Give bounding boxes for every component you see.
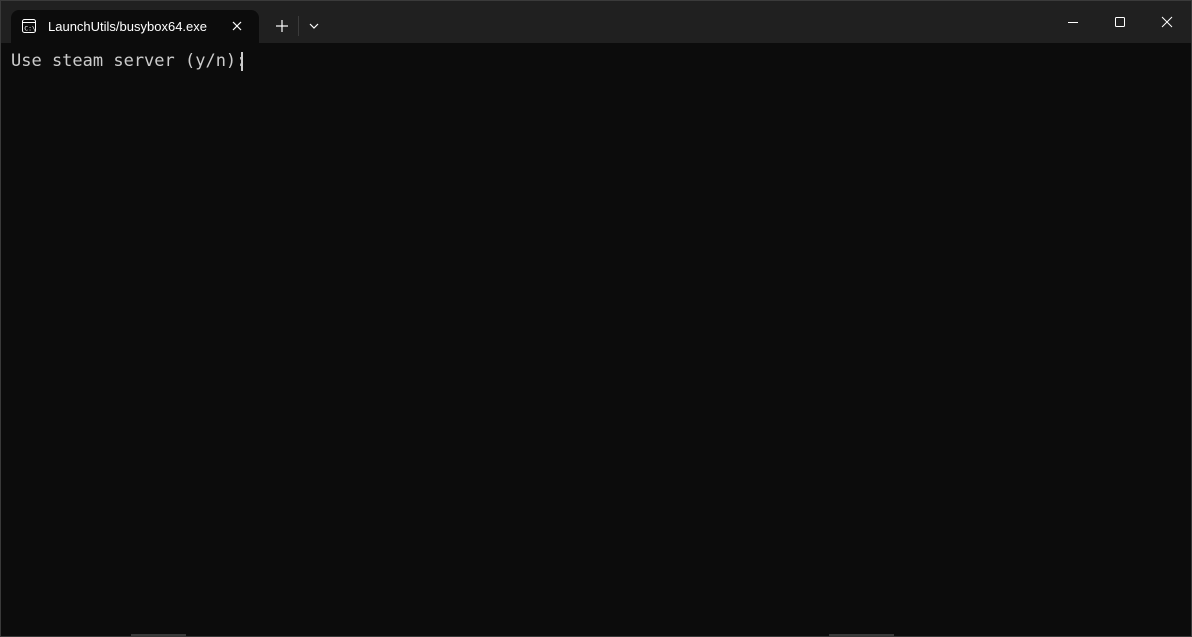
tab-busybox[interactable]: C:\ LaunchUtils/busybox64.exe [11,10,259,43]
maximize-icon [1115,17,1125,27]
tab-close-icon[interactable] [230,19,244,33]
maximize-button[interactable] [1097,1,1143,43]
text-cursor [241,52,243,71]
close-icon [1161,16,1173,28]
title-bar[interactable]: C:\ LaunchUtils/busybox64.exe [1,1,1191,43]
bottom-edge-mark [829,634,894,636]
plus-icon[interactable] [269,13,295,39]
minimize-icon [1068,22,1078,23]
terminal-window: C:\ LaunchUtils/busybox64.exe Use steam … [0,0,1192,637]
close-button[interactable] [1144,1,1190,43]
prompt-line: Use steam server (y/n): [11,51,257,71]
terminal-icon: C:\ [22,19,36,33]
minimize-button[interactable] [1050,1,1096,43]
tab-title: LaunchUtils/busybox64.exe [48,19,207,34]
tab-separator [298,16,299,36]
bottom-edge-mark [131,634,186,636]
svg-text:C:\: C:\ [24,25,36,33]
chevron-down-icon[interactable] [302,13,326,39]
terminal-output[interactable]: Use steam server (y/n): [1,43,1191,636]
